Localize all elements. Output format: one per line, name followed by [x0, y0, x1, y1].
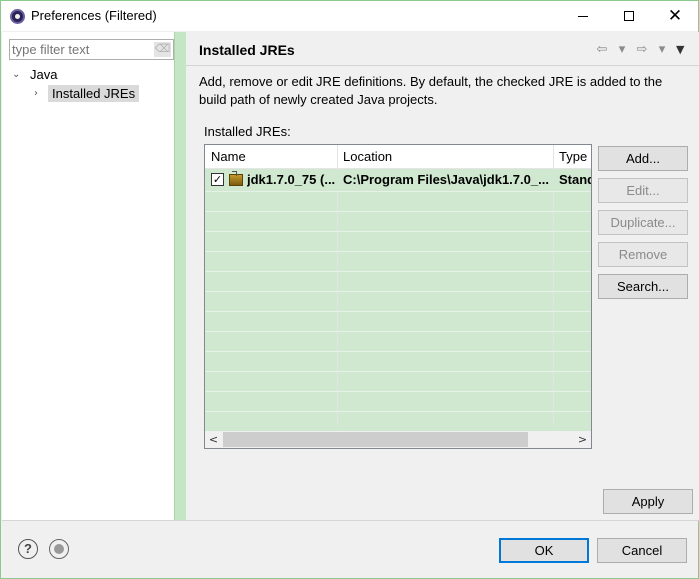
- cancel-button[interactable]: Cancel: [597, 538, 687, 563]
- page-description: Add, remove or edit JRE definitions. By …: [199, 74, 663, 107]
- filter-field[interactable]: ⌫: [9, 39, 174, 60]
- eraser-icon[interactable]: ⌫: [154, 42, 171, 57]
- column-header-location[interactable]: Location: [343, 149, 392, 164]
- minimize-icon: [578, 15, 588, 17]
- edit-button[interactable]: Edit...: [598, 178, 688, 203]
- row-gridline: [205, 331, 591, 332]
- close-icon: ✕: [667, 5, 683, 26]
- row-gridline: [205, 231, 591, 232]
- ok-button[interactable]: OK: [499, 538, 589, 563]
- history-nav: ⇦ ▾ ⇨ ▾: [594, 42, 670, 57]
- preference-tree-pane: ⌫ ⌄ Java › Installed JREs: [2, 32, 175, 520]
- row-gridline: [205, 191, 591, 192]
- chevron-down-icon[interactable]: ▾: [654, 42, 670, 57]
- pane-splitter[interactable]: [175, 32, 186, 520]
- row-gridline: [205, 291, 591, 292]
- title-bar[interactable]: Preferences (Filtered) ✕: [1, 1, 698, 31]
- apply-button[interactable]: Apply: [603, 489, 693, 514]
- row-gridline: [205, 251, 591, 252]
- chevron-down-icon[interactable]: ⌄: [12, 69, 26, 80]
- cell-location: C:\Program Files\Java\jdk1.7.0_...: [343, 172, 549, 187]
- row-gridline: [205, 271, 591, 272]
- installed-jres-table[interactable]: Name Location Type ✓ jdk1.7.0_75 (... C:…: [204, 144, 592, 449]
- page-title: Installed JREs: [199, 42, 295, 58]
- column-header-type[interactable]: Type: [559, 149, 587, 164]
- close-button[interactable]: ✕: [652, 1, 698, 31]
- tree-item-java[interactable]: ⌄ Java: [12, 65, 61, 84]
- chevron-down-icon[interactable]: ▾: [614, 42, 630, 57]
- scroll-left-icon[interactable]: <: [205, 431, 222, 448]
- import-export-icon[interactable]: [49, 539, 69, 559]
- help-icon[interactable]: ?: [18, 539, 38, 559]
- row-gridline: [205, 211, 591, 212]
- default-jre-checkbox[interactable]: ✓: [211, 173, 224, 186]
- preference-page: Installed JREs ⇦ ▾ ⇨ ▾ ▼ Add, remove or …: [186, 32, 699, 520]
- jre-library-icon: [229, 171, 243, 186]
- divider: [2, 520, 699, 521]
- table-header: Name Location Type: [205, 145, 591, 169]
- row-gridline: [205, 351, 591, 352]
- cell-name: jdk1.7.0_75 (...: [247, 172, 335, 187]
- scroll-thumb[interactable]: [223, 432, 528, 447]
- preferences-window: Preferences (Filtered) ✕ ⌫ ⌄ Java › Inst…: [0, 0, 699, 579]
- remove-button[interactable]: Remove: [598, 242, 688, 267]
- divider: [186, 65, 699, 66]
- tree-item-label: Java: [30, 67, 58, 82]
- search-button[interactable]: Search...: [598, 274, 688, 299]
- add-button[interactable]: Add...: [598, 146, 688, 171]
- horizontal-scrollbar[interactable]: < >: [205, 431, 591, 448]
- duplicate-button[interactable]: Duplicate...: [598, 210, 688, 235]
- row-gridline: [205, 391, 591, 392]
- tree-item-label: Installed JREs: [48, 85, 140, 102]
- minimize-button[interactable]: [560, 1, 606, 31]
- table-row[interactable]: ✓ jdk1.7.0_75 (... C:\Program Files\Java…: [205, 170, 591, 191]
- cell-type: Stand: [559, 172, 591, 187]
- scroll-right-icon[interactable]: >: [574, 431, 591, 448]
- chevron-right-icon[interactable]: ›: [34, 88, 48, 99]
- row-gridline: [205, 371, 591, 372]
- maximize-button[interactable]: [606, 1, 652, 31]
- back-arrow-icon[interactable]: ⇦: [594, 42, 610, 57]
- maximize-icon: [624, 11, 634, 21]
- eclipse-app-icon: [10, 9, 25, 24]
- filter-input[interactable]: [12, 41, 152, 58]
- row-gridline: [205, 411, 591, 412]
- table-label: Installed JREs:: [204, 124, 291, 139]
- view-menu-icon[interactable]: ▼: [676, 43, 684, 56]
- window-title: Preferences (Filtered): [31, 8, 157, 23]
- column-header-name[interactable]: Name: [211, 149, 246, 164]
- tree-item-installed-jres[interactable]: › Installed JREs: [34, 84, 140, 103]
- row-gridline: [205, 311, 591, 312]
- forward-arrow-icon[interactable]: ⇨: [634, 42, 650, 57]
